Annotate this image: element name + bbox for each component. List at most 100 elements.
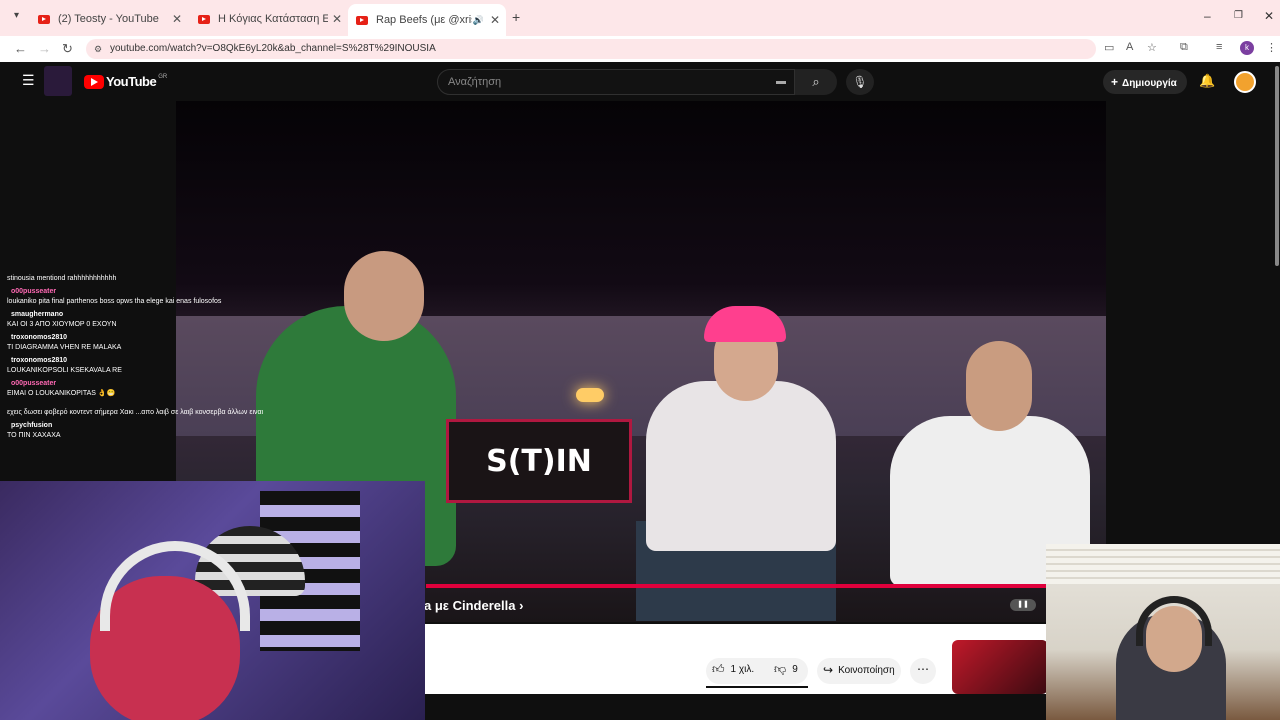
chat-username: o00pusseater — [11, 288, 57, 295]
youtube-logo[interactable]: YouTube GR — [84, 74, 167, 89]
youtube-header: ☰ YouTube GR Αναζήτηση ▬ ⌕ 🎙 + Δημιουργία… — [0, 62, 1280, 102]
chat-message: psychfusion ΤΟ ΠΙΝ ΧΑΧΑΧΑ — [0, 421, 290, 441]
reload-icon[interactable]: ↻ — [62, 41, 73, 57]
keyboard-icon[interactable]: ▬ — [776, 70, 786, 94]
back-icon[interactable]: ← — [14, 41, 27, 56]
chat-text: loukaniko pita final parthenos boss opws… — [7, 298, 222, 305]
address-bar[interactable]: ⚙ youtube.com/watch?v=O8QkE6yL20k&ab_cha… — [86, 39, 1096, 59]
guest-webcam — [1046, 544, 1280, 720]
scrollbar[interactable] — [1275, 66, 1279, 266]
chat-text: ΚΑΙ ΟΙ 3 ΑΠΟ ΧΙΟΥΜΟΡ 0 ΕΧΟΥΝ — [7, 321, 117, 328]
voice-search-button[interactable]: 🎙 — [846, 69, 874, 95]
profile-avatar[interactable]: k — [1240, 41, 1254, 55]
hamburger-menu-icon[interactable]: ☰ — [22, 72, 35, 89]
like-underline — [706, 686, 808, 688]
chat-message: stinousia mentiond rahhhhhhhhhhh — [0, 268, 290, 284]
chat-text: ΤΟ ΠΙΝ ΧΑΧΑΧΑ — [7, 432, 61, 439]
search-input[interactable]: Αναζήτηση ▬ — [437, 69, 795, 95]
chat-message: εχεις δωσει φοβερό κοντεντ σήμερα Χακι .… — [0, 402, 290, 418]
youtube-play-icon — [84, 74, 104, 89]
browser-toolbar: ← → ↻ ⚙ youtube.com/watch?v=O8QkE6yL20k&… — [0, 36, 1280, 62]
related-video-thumbnail[interactable] — [952, 640, 1048, 694]
forward-icon[interactable]: → — [38, 41, 51, 56]
youtube-favicon-icon — [38, 14, 50, 24]
person-white-shirt — [646, 381, 836, 551]
pause-toggle[interactable]: ❚❚ — [1010, 599, 1036, 611]
window-blind — [1046, 544, 1280, 584]
chat-text: stinousia mentiond rahhhhhhhhhhh — [7, 275, 117, 282]
close-window-icon[interactable]: ✕ — [1264, 9, 1274, 23]
minimize-icon[interactable]: – — [1204, 9, 1211, 23]
tab-title: (2) Teosty - YouTube — [58, 13, 159, 25]
like-count: 1 χιλ. — [730, 664, 755, 675]
like-button[interactable]: 👍︎ 1 χιλ. — [712, 662, 754, 677]
youtube-favicon-icon — [198, 14, 210, 24]
browser-tab-strip: ▾ (2) Teosty - YouTube ✕ Η Κόγιας Κατάστ… — [0, 0, 1280, 36]
share-label-group[interactable]: ↪ Κοινοποίηση — [823, 663, 895, 677]
tab-title: Η Κόγιας Κατάσταση Είναι Τρ... — [218, 13, 328, 25]
tab-list-chevron-icon[interactable]: ▾ — [14, 10, 19, 21]
tab-kogias[interactable]: Η Κόγιας Κατάσταση Είναι Τρ... ✕ — [190, 6, 348, 32]
bookmark-star-icon[interactable]: ☆ — [1147, 41, 1157, 54]
person-head — [966, 341, 1032, 431]
channel-avatar-overlay — [44, 66, 72, 96]
chat-text: εχεις δωσει φοβερό κοντεντ σήμερα Χακι .… — [7, 409, 264, 416]
chat-message: troxonomos2810 LOUKANIKOPSOLI KSEKAVALA … — [0, 356, 290, 376]
sign-text: S(T)IN — [486, 444, 592, 479]
search-button[interactable]: ⌕ — [795, 69, 837, 95]
tab-rap-beefs[interactable]: Rap Beefs (με @xristt)) CHI... 🔊 ✕ — [348, 4, 506, 36]
audio-playing-icon[interactable]: 🔊 — [473, 15, 484, 26]
tab-title: Rap Beefs (με @xristt)) CHI... — [376, 14, 472, 26]
dislike-count: 9 — [792, 664, 798, 675]
stream-chat-overlay: stinousia mentiond rahhhhhhhhhhh o00puss… — [0, 268, 290, 444]
chat-message: smaughermano ΚΑΙ ΟΙ 3 ΑΠΟ ΧΙΟΥΜΟΡ 0 ΕΧΟΥ… — [0, 310, 290, 330]
cast-icon[interactable]: ▭ — [1104, 41, 1114, 54]
chat-username: o00pusseater — [11, 380, 57, 387]
thumbs-up-icon: 👍︎ — [712, 662, 725, 676]
site-info-icon[interactable]: ⚙ — [94, 39, 102, 59]
url-text: youtube.com/watch?v=O8QkE6yL20k&ab_chann… — [110, 43, 436, 54]
restore-icon[interactable]: ❐ — [1234, 10, 1243, 21]
share-label: Κοινοποίηση — [838, 664, 895, 676]
browser-menu-icon[interactable]: ⋮ — [1266, 41, 1277, 54]
chat-text: EIMAI O LOUKANIKOPITAS 👌😁 — [7, 390, 116, 397]
streamer-webcam — [0, 481, 425, 720]
chat-message: o00pusseater loukaniko pita final parthe… — [0, 287, 290, 307]
region-code: GR — [158, 74, 168, 80]
chat-username: smaughermano — [11, 311, 64, 318]
lamp — [576, 388, 604, 402]
translate-icon[interactable]: A — [1126, 41, 1133, 53]
create-button[interactable]: + Δημιουργία — [1103, 70, 1187, 94]
youtube-logo-text: YouTube — [106, 74, 157, 89]
media-control-icon[interactable]: ≡ — [1216, 41, 1222, 53]
video-chapter-title[interactable]: a με Cinderella › — [424, 598, 523, 613]
show-sign: S(T)IN — [446, 419, 632, 503]
chat-message: o00pusseater EIMAI O LOUKANIKOPITAS 👌😁 — [0, 379, 290, 399]
chat-username: troxonomos2810 — [11, 357, 68, 364]
share-icon: ↪ — [823, 663, 834, 677]
thumbs-down-icon: 👎︎ — [774, 662, 787, 676]
video-progress-bar[interactable] — [426, 584, 1046, 588]
extensions-icon[interactable]: ⧉ — [1180, 41, 1188, 54]
search-icon: ⌕ — [812, 74, 820, 89]
pink-cap — [704, 306, 786, 342]
chat-text: LOUKANIKOPSOLI KSEKAVALA RE — [7, 367, 122, 374]
chat-text: TI DIAGRAMMA VHEN RE MALAKA — [7, 344, 122, 351]
new-tab-icon[interactable]: + — [512, 9, 520, 25]
plus-icon: + — [1111, 75, 1119, 89]
close-tab-icon[interactable]: ✕ — [490, 13, 500, 27]
youtube-favicon-icon — [356, 15, 368, 25]
person-head — [344, 251, 424, 341]
dislike-button[interactable]: 👎︎ 9 — [774, 662, 798, 677]
account-avatar[interactable] — [1234, 71, 1256, 93]
chat-username: psychfusion — [11, 422, 53, 429]
chat-username: troxonomos2810 — [11, 334, 68, 341]
close-tab-icon[interactable]: ✕ — [172, 12, 182, 26]
close-tab-icon[interactable]: ✕ — [332, 12, 342, 26]
more-icon: ⋯ — [917, 662, 929, 676]
guest-headphones — [1136, 596, 1212, 646]
search-placeholder: Αναζήτηση — [448, 76, 502, 88]
notifications-bell-icon[interactable]: 🔔 — [1199, 73, 1215, 89]
tab-teosty[interactable]: (2) Teosty - YouTube ✕ — [30, 6, 188, 32]
microphone-icon: 🎙 — [852, 75, 868, 89]
